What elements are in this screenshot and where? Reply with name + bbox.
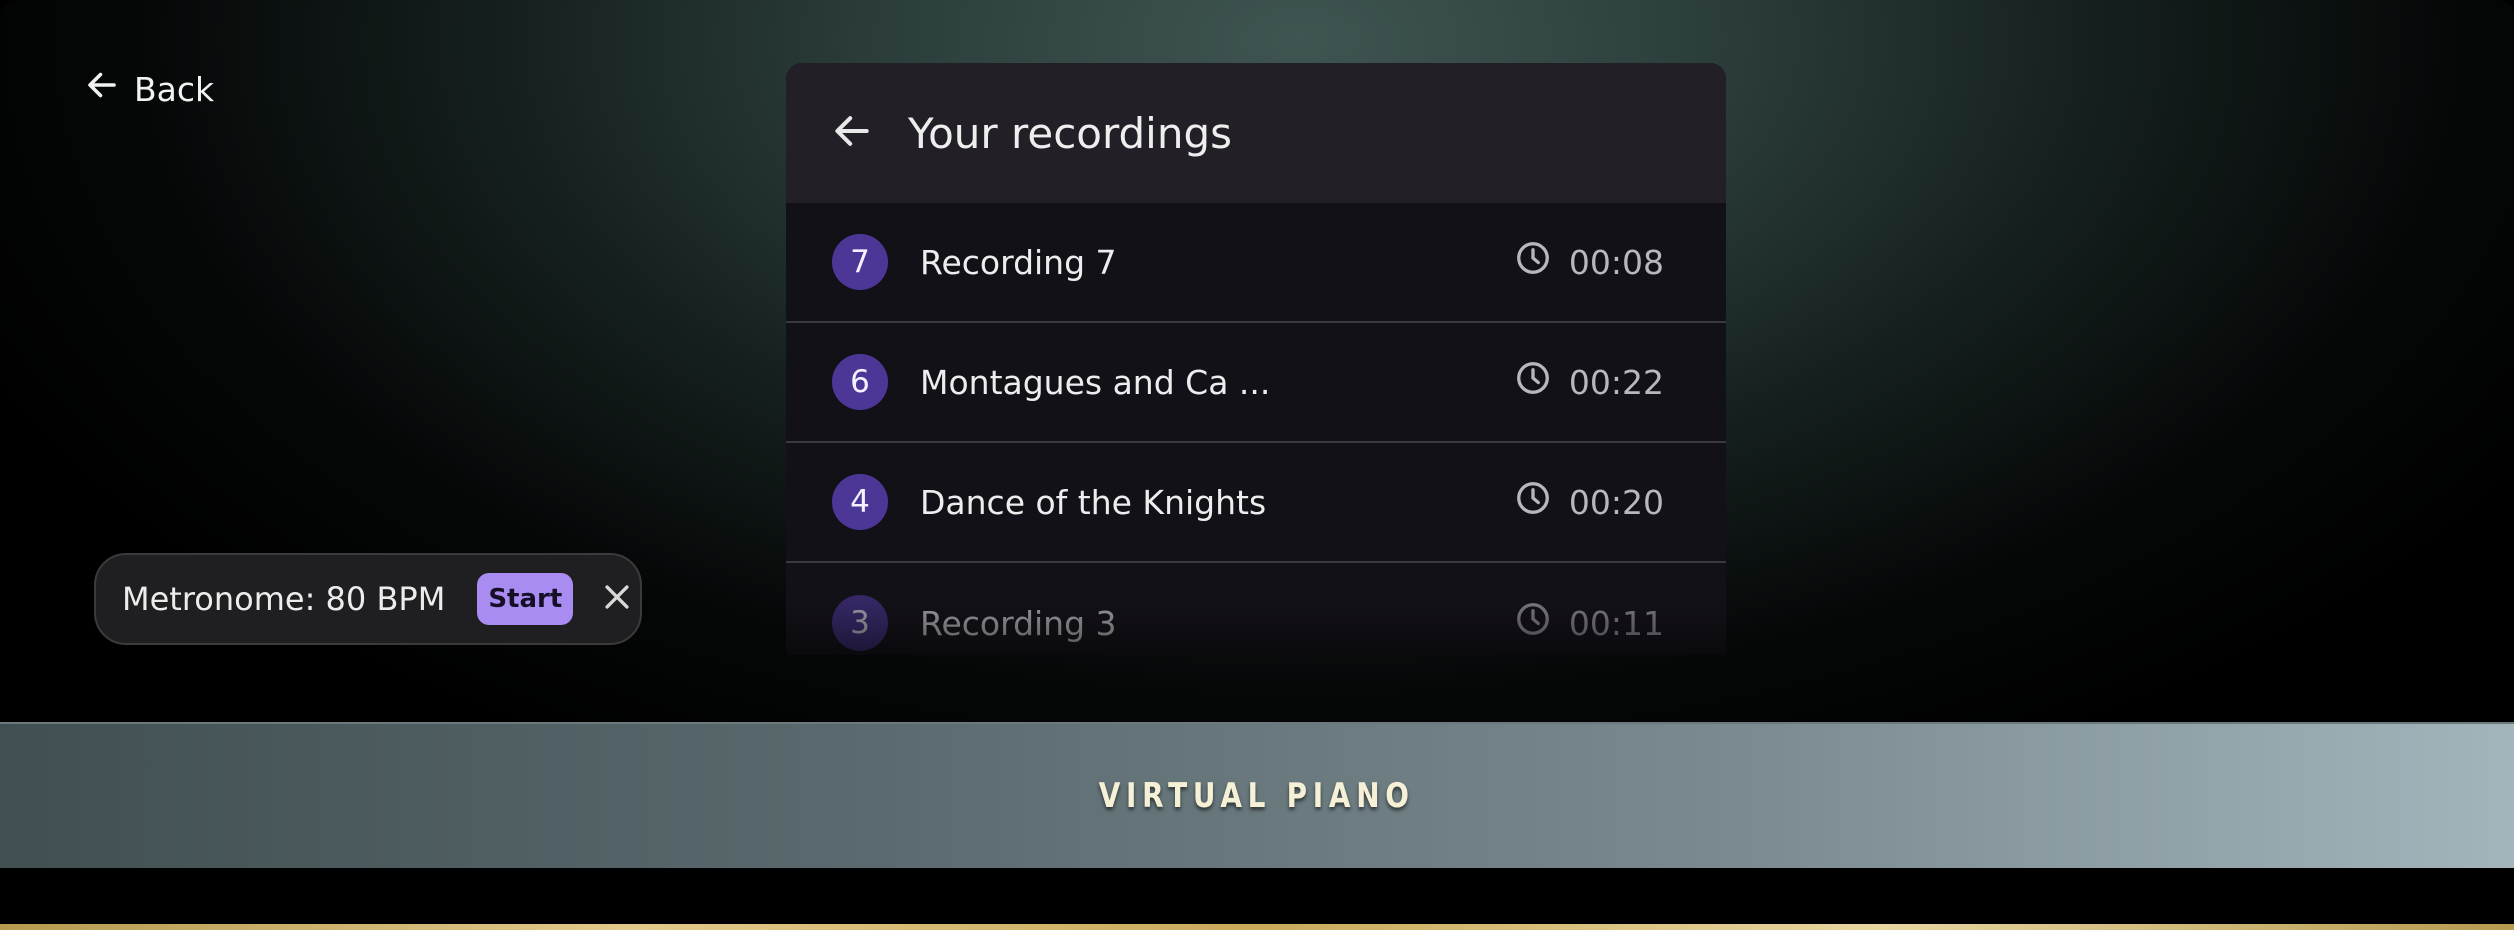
app-stage: Back Your recordings 7 Recording 7 00:08… [0,0,2514,722]
brand-title: VIRTUAL PIANO [1098,776,1416,816]
back-label: Back [134,69,215,109]
arrow-left-icon [84,67,120,111]
recording-number-badge: 7 [832,234,888,290]
metronome-label: Metronome: 80 BPM [122,580,446,618]
recording-name: Recording 7 [920,242,1117,282]
recording-duration: 00:11 [1515,601,1664,645]
metronome-start-button[interactable]: Start [477,573,574,625]
clock-icon [1515,480,1551,524]
metronome-widget: Metronome: 80 BPM Start [94,553,642,645]
recording-name: Recording 3 [920,603,1117,643]
recording-name: Dance of the Knights [920,482,1267,522]
panel-back-button[interactable] [826,107,878,159]
recording-duration: 00:22 [1515,360,1664,404]
panel-title: Your recordings [908,108,1233,158]
recording-number-badge: 3 [832,595,888,651]
metronome-close-button[interactable] [597,579,637,619]
close-icon [600,580,634,618]
recording-name: Montagues and Ca ... [920,362,1271,402]
duration-text: 00:11 [1568,603,1664,643]
recording-duration: 00:08 [1515,240,1664,284]
duration-text: 00:22 [1568,362,1664,402]
duration-text: 00:20 [1568,482,1664,522]
clock-icon [1515,360,1551,404]
recordings-list: 7 Recording 7 00:08 6 Montagues and Ca .… [786,203,1726,655]
back-link[interactable]: Back [84,66,214,112]
piano-keys-edge [0,924,2514,930]
clock-icon [1515,601,1551,645]
recording-item[interactable]: 7 Recording 7 00:08 [786,203,1726,323]
arrow-left-icon [830,109,874,157]
recording-duration: 00:20 [1515,480,1664,524]
duration-text: 00:08 [1568,242,1664,282]
recording-item[interactable]: 6 Montagues and Ca ... 00:22 [786,323,1726,443]
recording-number-badge: 4 [832,474,888,530]
recordings-panel: Your recordings 7 Recording 7 00:08 6 Mo… [786,63,1726,655]
clock-icon [1515,240,1551,284]
recording-number-badge: 6 [832,354,888,410]
recordings-panel-header: Your recordings [786,63,1726,203]
brand-bar: VIRTUAL PIANO [0,722,2514,868]
recording-item[interactable]: 3 Recording 3 00:11 [786,563,1726,655]
recording-item[interactable]: 4 Dance of the Knights 00:20 [786,443,1726,563]
